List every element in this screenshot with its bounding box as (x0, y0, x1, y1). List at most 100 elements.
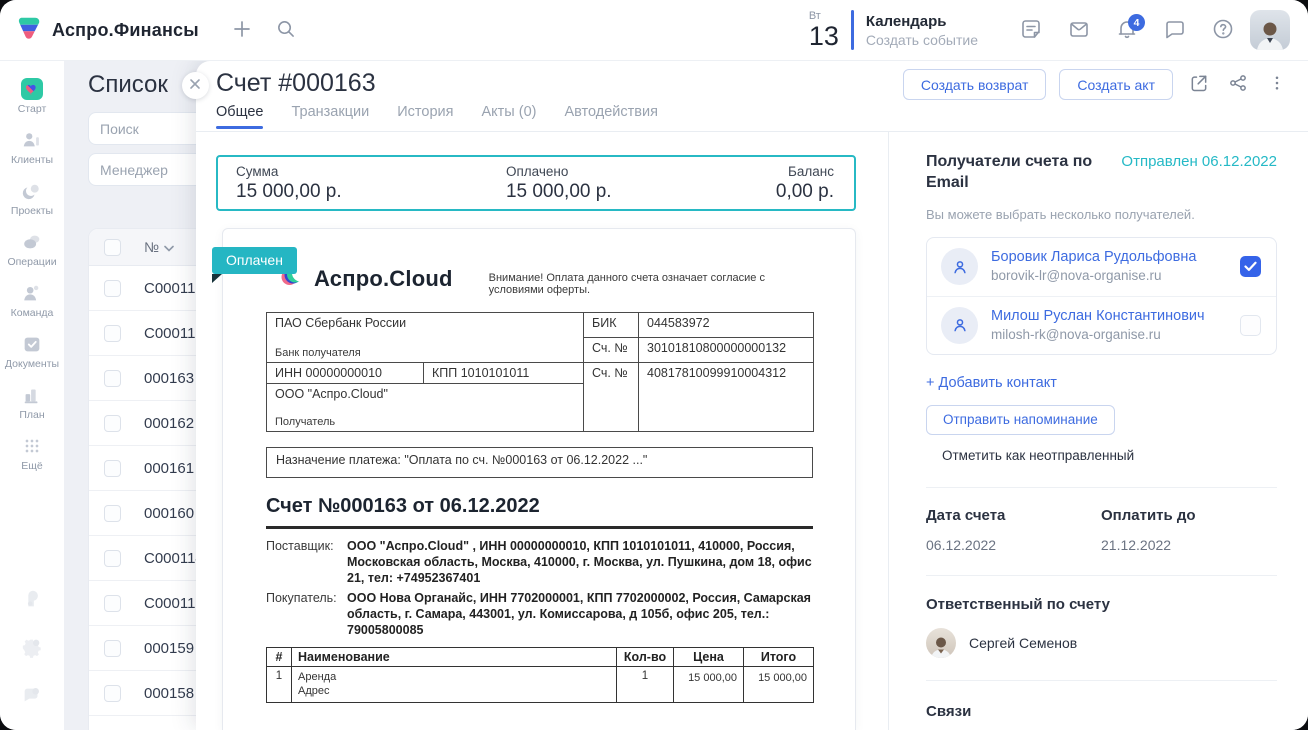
bik-value: 044583972 (639, 313, 814, 338)
buyer-details: ООО Нова Органайс, ИНН 7702000001, КПП 7… (347, 590, 813, 638)
plan-icon (21, 384, 43, 406)
account-label: Сч. № (584, 363, 639, 432)
paid-value: 15 000,00 р. (506, 181, 612, 203)
partner-logo-icon[interactable] (21, 588, 43, 610)
app-window: Аспро.Финансы Вт 13 Календарь Создать со… (0, 0, 1308, 730)
support-chat-icon[interactable] (21, 684, 43, 706)
calendar-widget[interactable]: Календарь Создать событие (866, 12, 978, 49)
close-icon (189, 78, 201, 93)
row-checkbox[interactable] (104, 280, 121, 297)
sidebar-item-documents[interactable]: Документы (0, 326, 64, 377)
row-checkbox[interactable] (104, 325, 121, 342)
responsible-name: Сергей Семенов (969, 635, 1077, 651)
contact-row[interactable]: Боровик Лариса Рудольфовна borovik-lr@no… (927, 238, 1276, 296)
contact-checkbox-unchecked[interactable] (1240, 315, 1261, 336)
invoice-date-value[interactable]: 06.12.2022 (926, 537, 1101, 553)
select-all-checkbox[interactable] (104, 239, 121, 256)
item-name: Аренда (298, 670, 610, 684)
mail-icon (1067, 17, 1091, 44)
row-checkbox[interactable] (104, 460, 121, 477)
tab-autoactions[interactable]: Автодействия (564, 104, 657, 129)
divider (926, 680, 1277, 681)
sidebar-item-operations[interactable]: Операции (0, 224, 64, 275)
contact-row[interactable]: Милош Руслан Константинович milosh-rk@no… (927, 296, 1276, 354)
search-icon (276, 19, 295, 41)
invoice-number: C000116 (144, 280, 204, 297)
contact-name[interactable]: Боровик Лариса Рудольфовна (991, 248, 1196, 267)
invoice-document: Аспро.Cloud Внимание! Оплата данного сче… (222, 228, 856, 730)
invoice-detail-card: Счет #000163 Создать возврат Создать акт (196, 61, 1308, 730)
account-value: 40817810099910004312 (639, 363, 814, 432)
sum-value: 15 000,00 р. (236, 181, 342, 203)
sidebar-item-team[interactable]: Команда (0, 275, 64, 326)
responsible-person[interactable]: Сергей Семенов (926, 628, 1277, 658)
create-button[interactable] (225, 13, 259, 47)
offer-warning-text: Внимание! Оплата данного счета означает … (489, 272, 812, 296)
sidebar-item-start[interactable]: Старт (0, 71, 64, 122)
calendar-date[interactable]: Вт 13 (809, 11, 839, 50)
share-icon (1228, 73, 1248, 96)
tab-acts[interactable]: Акты (0) (481, 104, 536, 129)
pay-until-label: Оплатить до (1101, 507, 1276, 524)
open-external-button[interactable] (1186, 72, 1212, 98)
user-avatar[interactable] (1250, 10, 1290, 50)
contact-checkbox-checked[interactable] (1240, 256, 1261, 277)
invoice-sidebar: Получатели счета по Email Отправлен 06.1… (888, 131, 1308, 730)
pay-until-value[interactable]: 21.12.2022 (1101, 537, 1276, 553)
sum-label: Сумма (236, 164, 342, 179)
chevron-down-icon (164, 239, 174, 255)
send-reminder-button[interactable]: Отправить напоминание (926, 405, 1115, 435)
recipient-company: ООО "Аспро.Cloud" (275, 387, 575, 401)
items-header-total: Итого (744, 648, 814, 667)
person-icon (941, 307, 978, 344)
external-link-icon (1189, 73, 1209, 96)
share-button[interactable] (1225, 72, 1251, 98)
invoice-item-row: 1 Аренда Адрес 1 15 000,00 15 000,00 (267, 667, 814, 703)
more-actions-button[interactable] (1264, 72, 1290, 98)
tab-general[interactable]: Общее (216, 104, 263, 129)
create-refund-button[interactable]: Создать возврат (903, 69, 1047, 100)
row-checkbox[interactable] (104, 595, 121, 612)
tab-history[interactable]: История (397, 104, 453, 129)
invoice-number: C000114 (144, 550, 204, 567)
close-list-button[interactable] (182, 72, 209, 99)
gear-icon[interactable] (21, 636, 43, 658)
help-button[interactable] (1206, 13, 1240, 47)
recipients-title: Получатели счета по Email (926, 152, 1121, 194)
contact-name[interactable]: Милош Руслан Константинович (991, 307, 1205, 326)
row-checkbox[interactable] (104, 370, 121, 387)
kpp-value: КПП 1010101011 (424, 363, 584, 384)
sidebar-item-label: Проекты (11, 205, 53, 217)
payment-purpose: Назначение платежа: "Оплата по сч. №0001… (266, 447, 813, 478)
create-event-link[interactable]: Создать событие (866, 31, 978, 49)
add-contact-link[interactable]: + Добавить контакт (926, 375, 1057, 391)
row-checkbox[interactable] (104, 685, 121, 702)
sidebar-item-label: Старт (18, 103, 47, 115)
chat-button[interactable] (1158, 13, 1192, 47)
sidebar-item-more[interactable]: Ещё (0, 428, 64, 479)
mark-unsent-link[interactable]: Отметить как неотправленный (942, 448, 1134, 463)
notes-icon (1019, 17, 1043, 44)
sidebar-item-projects[interactable]: Проекты (0, 173, 64, 224)
create-act-button[interactable]: Создать акт (1059, 69, 1173, 100)
row-checkbox[interactable] (104, 415, 121, 432)
notes-button[interactable] (1014, 13, 1048, 47)
start-icon (21, 78, 43, 100)
sidebar-item-clients[interactable]: Клиенты (0, 122, 64, 173)
column-number-header[interactable]: № (144, 239, 174, 255)
notifications-button[interactable]: 4 (1110, 13, 1144, 47)
team-icon (21, 282, 43, 304)
tab-transactions[interactable]: Транзакции (291, 104, 369, 129)
app-brand[interactable]: Аспро.Финансы (0, 15, 199, 46)
row-checkbox[interactable] (104, 505, 121, 522)
row-checkbox[interactable] (104, 550, 121, 567)
sidebar-item-plan[interactable]: План (0, 377, 64, 428)
global-search-button[interactable] (269, 13, 303, 47)
invoice-number: C000115 (144, 325, 204, 342)
item-total: 15 000,00 (744, 667, 814, 703)
invoice-number: 000163 (144, 370, 194, 387)
contact-email: borovik-lr@nova-organise.ru (991, 267, 1196, 285)
mail-button[interactable] (1062, 13, 1096, 47)
sidebar-item-label: Команда (11, 307, 54, 319)
row-checkbox[interactable] (104, 640, 121, 657)
